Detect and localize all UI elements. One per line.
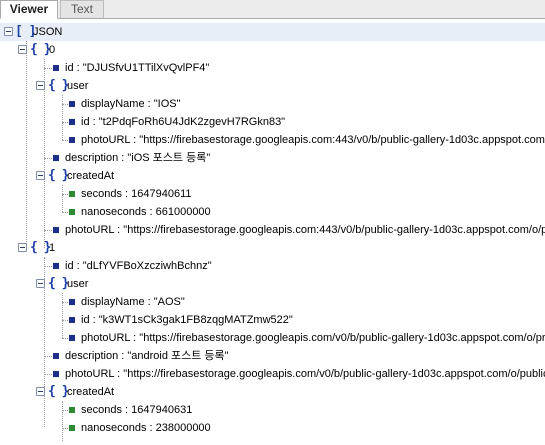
tree-leaf-text: nanoseconds : 661000000 xyxy=(81,206,211,218)
tree-node-label: createdAt xyxy=(67,170,115,182)
tree-leaf-text: description : "iOS 포스트 등록" xyxy=(65,152,211,164)
tree-leaf-text: nanoseconds : 238000000 xyxy=(81,422,211,434)
tab-text[interactable]: Text xyxy=(60,0,104,18)
tree-leaf-text: id : "k3WT1sCk3gak1FB8zqgMATZmw522" xyxy=(81,314,293,326)
json-tree: [ ] JSON { } 0 id : "DJUSfvU1TTilXvQvlPF… xyxy=(0,19,545,445)
string-square-icon xyxy=(53,155,59,161)
collapse-toggle-icon[interactable] xyxy=(36,387,45,396)
collapse-toggle-icon[interactable] xyxy=(4,27,13,36)
number-square-icon xyxy=(69,191,75,197)
tree-node-label: createdAt xyxy=(67,386,115,398)
tree-node-label: 0 xyxy=(49,44,56,56)
string-square-icon xyxy=(69,119,75,125)
tree-leaf[interactable]: photoURL : "https://firebasestorage.goog… xyxy=(0,329,545,347)
string-square-icon xyxy=(53,371,59,377)
object-braces-icon: { } xyxy=(48,384,69,399)
tree-node-label: JSON xyxy=(33,26,63,38)
object-braces-icon: { } xyxy=(48,78,69,93)
string-square-icon xyxy=(53,353,59,359)
collapse-toggle-icon[interactable] xyxy=(36,81,45,90)
tree-leaf[interactable]: displayName : "AOS" xyxy=(0,293,545,311)
tree-leaf[interactable]: photoURL : "https://firebasestorage.goog… xyxy=(0,131,545,149)
tab-bar: Viewer Text xyxy=(0,0,545,19)
string-square-icon xyxy=(69,137,75,143)
json-viewer-window: Viewer Text [ ] JSON {} 0 id: "DJUSfvU… xyxy=(0,0,545,445)
tree-leaf-text: displayName : "IOS" xyxy=(81,98,181,110)
collapse-toggle-icon[interactable] xyxy=(18,243,27,252)
string-square-icon xyxy=(69,299,75,305)
tree-leaf-text: photoURL : "https://firebasestorage.goog… xyxy=(65,368,545,380)
number-square-icon xyxy=(69,407,75,413)
number-square-icon xyxy=(69,209,75,215)
tree-node-createdAt[interactable]: { } createdAt xyxy=(0,167,545,185)
string-square-icon xyxy=(53,65,59,71)
tree-leaf[interactable]: id : "k3WT1sCk3gak1FB8zqgMATZmw522" xyxy=(0,311,545,329)
collapse-toggle-icon[interactable] xyxy=(18,45,27,54)
object-braces-icon: { } xyxy=(30,42,51,57)
tree-leaf-text: displayName : "AOS" xyxy=(81,296,185,308)
tree-leaf-text: photoURL : "https://firebasestorage.goog… xyxy=(81,134,545,146)
tree-leaf-text: id : "dLfYVFBoXzcziwhBchnz" xyxy=(65,260,212,272)
array-brackets-icon: [ ] xyxy=(15,24,36,39)
string-square-icon xyxy=(69,101,75,107)
tree-leaf-text: photoURL : "https://firebasestorage.goog… xyxy=(65,224,545,236)
tree-leaf[interactable]: nanoseconds : 238000000 xyxy=(0,419,545,437)
tree-node-user[interactable]: { } user xyxy=(0,77,545,95)
tree-leaf[interactable]: displayName : "IOS" xyxy=(0,95,545,113)
collapse-toggle-icon[interactable] xyxy=(36,171,45,180)
string-square-icon xyxy=(69,335,75,341)
tree-leaf-text: id : "DJUSfvU1TTilXvQvlPF4" xyxy=(65,62,210,74)
object-braces-icon: { } xyxy=(48,276,69,291)
tree-node-item-1[interactable]: { } 1 xyxy=(0,239,545,257)
tree-leaf-text: seconds : 1647940631 xyxy=(81,404,193,416)
tree-node-user[interactable]: { } user xyxy=(0,275,545,293)
tree-leaf[interactable]: photoURL : "https://firebasestorage.goog… xyxy=(0,365,545,383)
tree-leaf[interactable]: id : "dLfYVFBoXzcziwhBchnz" xyxy=(0,257,545,275)
tree-node-item-0[interactable]: { } 0 xyxy=(0,41,545,59)
tree-leaf-text: id : "t2PdqFoRh6U4JdK2zgevH7RGkn83" xyxy=(81,116,286,128)
tab-viewer[interactable]: Viewer xyxy=(0,0,58,19)
string-square-icon xyxy=(53,263,59,269)
string-square-icon xyxy=(53,227,59,233)
tree-leaf[interactable]: description : "android 포스트 등록" xyxy=(0,347,545,365)
tree-node-createdAt[interactable]: { } createdAt xyxy=(0,383,545,401)
number-square-icon xyxy=(69,425,75,431)
object-braces-icon: { } xyxy=(30,240,51,255)
collapse-toggle-icon[interactable] xyxy=(36,279,45,288)
tree-leaf[interactable]: description : "iOS 포스트 등록" xyxy=(0,149,545,167)
tree-node-label: user xyxy=(67,80,89,92)
string-square-icon xyxy=(69,317,75,323)
tree-leaf[interactable]: seconds : 1647940611 xyxy=(0,185,545,203)
tree-leaf[interactable]: seconds : 1647940631 xyxy=(0,401,545,419)
tree-node-label: 1 xyxy=(49,242,56,254)
object-braces-icon: { } xyxy=(48,168,69,183)
tree-leaf-text: description : "android 포스트 등록" xyxy=(65,350,229,362)
tree-node-label: user xyxy=(67,278,89,290)
tree-leaf-text: photoURL : "https://firebasestorage.goog… xyxy=(81,332,545,344)
tree-leaf-text: seconds : 1647940611 xyxy=(81,188,192,200)
tree-leaf[interactable]: nanoseconds : 661000000 xyxy=(0,203,545,221)
tree-node-root[interactable]: [ ] JSON xyxy=(0,23,545,41)
tree-leaf[interactable]: photoURL : "https://firebasestorage.goog… xyxy=(0,221,545,239)
tree-leaf[interactable]: id : "DJUSfvU1TTilXvQvlPF4" xyxy=(0,59,545,77)
tree-leaf[interactable]: id : "t2PdqFoRh6U4JdK2zgevH7RGkn83" xyxy=(0,113,545,131)
